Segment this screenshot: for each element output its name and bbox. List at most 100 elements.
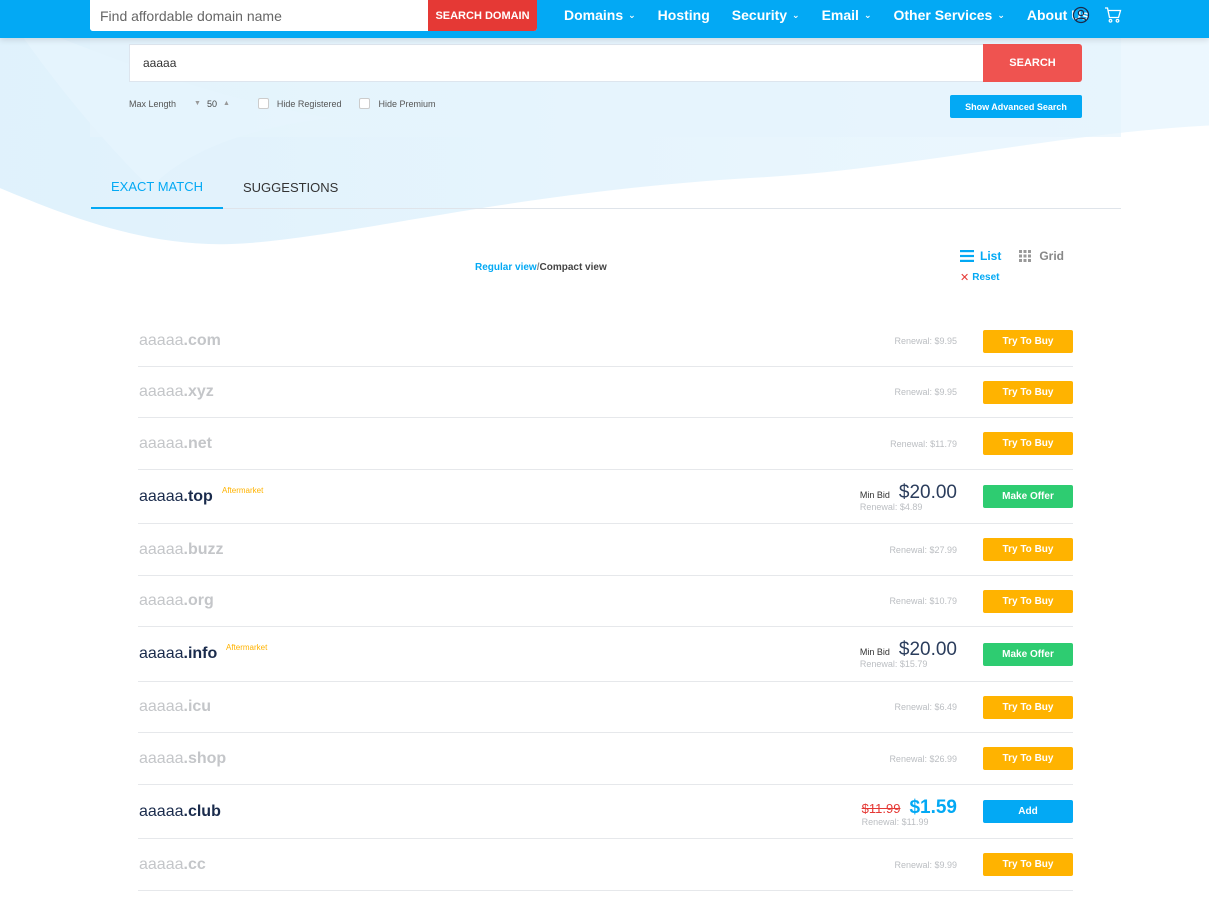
domain-tld: .icu bbox=[183, 698, 212, 715]
original-price: $11.99 bbox=[861, 800, 901, 816]
make-offer-button[interactable]: Make Offer bbox=[983, 642, 1073, 666]
domain-name[interactable]: aaaaa.org bbox=[139, 592, 214, 610]
domain-name[interactable]: aaaaa.shop bbox=[139, 750, 226, 768]
nav-email[interactable]: Email ⌄ bbox=[822, 7, 872, 23]
show-advanced-search-button[interactable]: Show Advanced Search bbox=[950, 95, 1082, 118]
search-domain-button[interactable]: SEARCH DOMAIN bbox=[428, 0, 537, 31]
domain-tld: .cc bbox=[183, 855, 206, 873]
nav-security[interactable]: Security ⌄ bbox=[732, 7, 800, 23]
renewal-price: Renewal: $6.49 bbox=[894, 702, 957, 712]
result-row: aaaaa.club $11.99 $1.59 Renewal: $11.99 A… bbox=[138, 785, 1073, 839]
domain-name[interactable]: aaaaa.buzz bbox=[139, 541, 224, 559]
chevron-down-icon: ⌄ bbox=[863, 9, 872, 20]
try-to-buy-button[interactable]: Try To Buy bbox=[983, 589, 1073, 613]
nav-domains[interactable]: Domains ⌄ bbox=[564, 7, 636, 23]
domain-name[interactable]: aaaaa.icu bbox=[139, 698, 211, 716]
results-list: aaaaa.com Renewal: $9.95 Try To Buy aaaa… bbox=[138, 316, 1073, 891]
try-to-buy-button[interactable]: Try To Buy bbox=[983, 538, 1073, 561]
main-search: SEARCH bbox=[129, 44, 1082, 82]
hide-registered-checkbox[interactable]: Hide Registered bbox=[257, 98, 341, 109]
user-icon[interactable] bbox=[1072, 6, 1090, 29]
nav-other-services-label: Other Services bbox=[893, 7, 993, 23]
domain-tld: .xyz bbox=[183, 383, 214, 400]
domain-base: aaaaa bbox=[139, 434, 184, 452]
domain-base: aaaaa bbox=[139, 645, 184, 662]
result-row: aaaaa.info Aftermarket Min Bid $20.00 Ren… bbox=[138, 627, 1073, 682]
domain-tld: .shop bbox=[183, 749, 227, 767]
result-row: aaaaa.cc Renewal: $9.99 Try To Buy bbox=[138, 839, 1073, 891]
result-row: aaaaa.buzz Renewal: $27.99 Try To Buy bbox=[138, 524, 1073, 576]
aftermarket-badge: Aftermarket bbox=[226, 643, 268, 652]
nav-hosting[interactable]: Hosting bbox=[658, 7, 710, 23]
domain-name[interactable]: aaaaa.xyz bbox=[139, 383, 214, 401]
arrow-down-icon[interactable]: ▼ bbox=[194, 100, 201, 107]
result-row: aaaaa.icu Renewal: $6.49 Try To Buy bbox=[138, 682, 1073, 733]
renewal-price: Renewal: $9.95 bbox=[894, 387, 957, 397]
checkbox-box[interactable] bbox=[359, 98, 371, 109]
domain-base: aaaaa bbox=[139, 383, 184, 400]
try-to-buy-button[interactable]: Try To Buy bbox=[983, 695, 1073, 719]
chevron-down-icon: ⌄ bbox=[997, 9, 1005, 20]
chevron-down-icon: ⌄ bbox=[792, 9, 800, 20]
domain-name[interactable]: aaaaa.info bbox=[139, 645, 217, 663]
main-nav: Domains ⌄ Hosting Security ⌄ Email ⌄ Other … bbox=[564, 0, 1111, 30]
top-header: SEARCH DOMAIN Domains ⌄ Hosting Security ⌄… bbox=[0, 0, 1209, 38]
list-view-button[interactable]: List bbox=[960, 249, 1001, 263]
hide-premium-label: Hide Premium bbox=[378, 98, 436, 109]
domain-base: aaaaa bbox=[139, 802, 184, 820]
add-to-cart-button[interactable]: Add bbox=[983, 800, 1073, 823]
min-bid-price: $20.00 bbox=[898, 639, 957, 660]
hide-premium-checkbox[interactable]: Hide Premium bbox=[359, 98, 435, 109]
compact-view-link[interactable]: Compact view bbox=[539, 262, 606, 273]
domain-base: aaaaa bbox=[139, 592, 184, 609]
renewal-price: Renewal: $27.99 bbox=[889, 544, 957, 555]
domain-tld: .info bbox=[183, 645, 218, 662]
domain-search-input[interactable] bbox=[129, 44, 983, 82]
try-to-buy-button[interactable]: Try To Buy bbox=[983, 329, 1073, 353]
domain-base: aaaaa bbox=[139, 540, 184, 558]
renewal-price: Renewal: $26.99 bbox=[889, 753, 957, 764]
domain-name[interactable]: aaaaa.cc bbox=[139, 856, 206, 874]
domain-name[interactable]: aaaaa.net bbox=[139, 435, 212, 453]
domain-base: aaaaa bbox=[139, 487, 184, 505]
tab-exact-match[interactable]: EXACT MATCH bbox=[91, 166, 223, 209]
price-block: $11.99 $1.59 Renewal: $11.99 bbox=[862, 797, 957, 827]
domain-tld: .buzz bbox=[183, 540, 224, 558]
domain-name[interactable]: aaaaa.club bbox=[139, 803, 221, 821]
max-length-stepper[interactable]: ▼ 50 ▲ bbox=[188, 99, 236, 109]
result-row: aaaaa.org Renewal: $10.79 Try To Buy bbox=[138, 576, 1073, 627]
nav-domains-label: Domains bbox=[564, 7, 624, 23]
domain-tld: .com bbox=[183, 332, 221, 349]
max-length-filter: Max Length ▼ 50 ▲ bbox=[129, 99, 236, 109]
reset-button[interactable]: ✕ Reset bbox=[960, 271, 1082, 284]
result-tabs: EXACT MATCH SUGGESTIONS bbox=[91, 166, 1121, 209]
domain-tld: .top bbox=[183, 487, 213, 505]
result-row: aaaaa.top Aftermarket Min Bid $20.00 Rene… bbox=[138, 470, 1073, 524]
header-search-input[interactable] bbox=[90, 0, 428, 31]
domain-base: aaaaa bbox=[139, 749, 184, 767]
min-bid-label: Min Bid bbox=[859, 489, 890, 500]
arrow-up-icon[interactable]: ▲ bbox=[223, 100, 230, 107]
try-to-buy-button[interactable]: Try To Buy bbox=[983, 747, 1073, 770]
try-to-buy-button[interactable]: Try To Buy bbox=[983, 380, 1073, 404]
renewal-price: Renewal: $9.99 bbox=[894, 859, 957, 870]
nav-other-services[interactable]: Other Services ⌄ bbox=[893, 7, 1004, 23]
tab-suggestions[interactable]: SUGGESTIONS bbox=[223, 166, 358, 209]
domain-base: aaaaa bbox=[139, 698, 184, 715]
regular-view-link[interactable]: Regular view bbox=[475, 262, 537, 273]
nav-hosting-label: Hosting bbox=[657, 7, 710, 23]
domain-base: aaaaa bbox=[139, 855, 184, 873]
checkbox-box[interactable] bbox=[257, 98, 269, 109]
list-icon bbox=[960, 250, 974, 262]
search-button[interactable]: SEARCH bbox=[983, 44, 1082, 82]
make-offer-button[interactable]: Make Offer bbox=[983, 485, 1073, 508]
grid-icon bbox=[1019, 250, 1032, 262]
cart-icon[interactable] bbox=[1104, 6, 1122, 29]
try-to-buy-button[interactable]: Try To Buy bbox=[983, 432, 1073, 455]
try-to-buy-button[interactable]: Try To Buy bbox=[983, 853, 1073, 876]
close-icon: ✕ bbox=[960, 272, 970, 284]
grid-view-button[interactable]: Grid bbox=[1019, 249, 1064, 263]
domain-name[interactable]: aaaaa.com bbox=[139, 332, 221, 350]
header-search: SEARCH DOMAIN bbox=[90, 0, 537, 31]
domain-name[interactable]: aaaaa.top bbox=[139, 488, 213, 506]
